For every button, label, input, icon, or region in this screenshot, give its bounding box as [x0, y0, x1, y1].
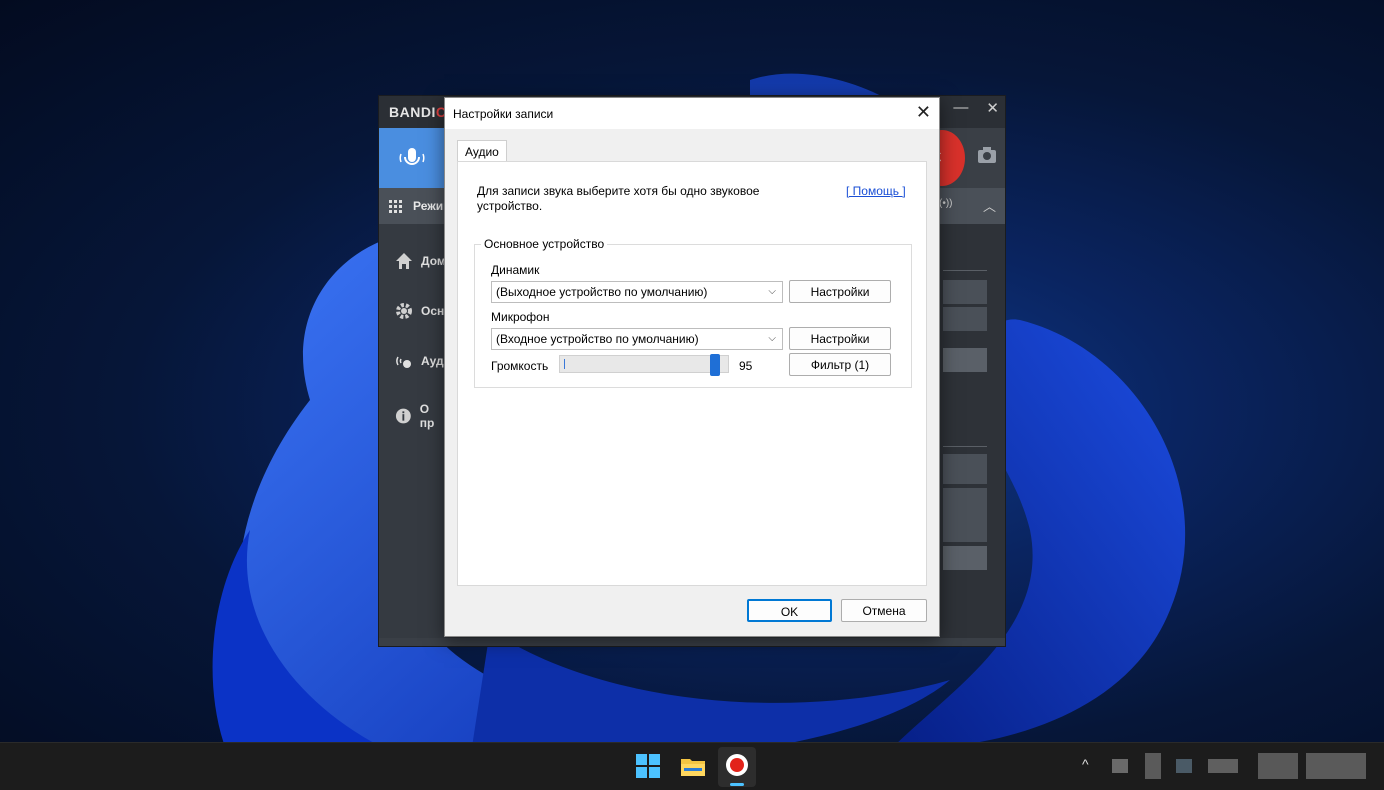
- sidebar-item-about[interactable]: О пр: [395, 402, 445, 430]
- broadcast-icon[interactable]: (•)): [939, 198, 953, 209]
- group-label: Основное устройство: [481, 237, 608, 251]
- mic-settings-button[interactable]: Настройки: [789, 327, 891, 350]
- volume-value: 95: [739, 359, 753, 373]
- minimize-button[interactable]: —: [953, 99, 968, 117]
- primary-device-group: Основное устройство Динамик (Выходное ус…: [474, 237, 912, 388]
- filter-button[interactable]: Фильтр (1): [789, 353, 891, 376]
- speaker-label: Динамик: [491, 263, 540, 277]
- speaker-select[interactable]: (Выходное устройство по умолчанию) ⌵: [491, 281, 783, 303]
- tray-clock[interactable]: [1258, 753, 1298, 779]
- recording-settings-dialog: Настройки записи ✕ Аудио Для записи звук…: [444, 97, 940, 637]
- volume-slider[interactable]: [559, 354, 729, 376]
- intro-text: Для записи звука выберите хотя бы одно з…: [477, 184, 760, 213]
- bandicam-sidebar: Дом Осн Ауди О пр: [379, 224, 451, 644]
- tray-icon-volume[interactable]: [1145, 753, 1161, 779]
- mic-select[interactable]: (Входное устройство по умолчанию) ⌵: [491, 328, 783, 350]
- microphone-icon: [399, 148, 425, 165]
- tray-icon-battery[interactable]: [1176, 759, 1192, 773]
- audio-tab-panel: Для записи звука выберите хотя бы одно з…: [457, 161, 927, 586]
- chevron-down-icon: ⌵: [768, 286, 776, 297]
- sidebar-item-general[interactable]: Осн: [395, 302, 444, 320]
- bandicam-taskbar-button[interactable]: [718, 747, 756, 787]
- bandicam-icon: [726, 754, 748, 776]
- tray-icon-network[interactable]: [1112, 759, 1128, 773]
- tray-chevron-icon[interactable]: ^: [1082, 756, 1089, 772]
- tab-audio[interactable]: Аудио: [457, 140, 507, 162]
- info-icon: [395, 408, 411, 424]
- slider-tick: [564, 359, 565, 369]
- tray-date[interactable]: [1306, 753, 1366, 779]
- close-button[interactable]: ✕: [986, 99, 999, 117]
- volume-slider-thumb[interactable]: [710, 354, 720, 376]
- tray-language[interactable]: [1208, 759, 1238, 773]
- dialog-title: Настройки записи: [453, 107, 554, 121]
- file-explorer-icon[interactable]: [680, 753, 706, 779]
- home-icon: [396, 253, 412, 269]
- ok-button[interactable]: OK: [747, 599, 832, 622]
- chevron-up-icon[interactable]: ︿: [983, 196, 996, 215]
- sidebar-item-home[interactable]: Дом: [395, 252, 446, 270]
- gear-icon: [396, 303, 412, 319]
- taskbar: ^: [0, 742, 1384, 790]
- dialog-titlebar: Настройки записи ✕: [445, 98, 939, 129]
- audio-mode-button[interactable]: [379, 128, 445, 188]
- windows-start-icon[interactable]: [635, 753, 661, 779]
- speaker-settings-button[interactable]: Настройки: [789, 280, 891, 303]
- grid-icon: [389, 200, 402, 213]
- volume-label: Громкость: [491, 359, 549, 373]
- chevron-down-icon: ⌵: [768, 333, 776, 344]
- help-link[interactable]: [ Помощь ]: [846, 184, 906, 198]
- sidebar-item-audio[interactable]: Ауди: [395, 352, 451, 370]
- audio-settings-icon: [396, 356, 411, 368]
- camera-icon[interactable]: [977, 146, 997, 164]
- bandicam-statusbar: [379, 638, 1005, 646]
- close-icon[interactable]: ✕: [916, 102, 931, 123]
- bandicam-logo: BANDIC: [389, 104, 447, 120]
- cancel-button[interactable]: Отмена: [841, 599, 927, 622]
- mic-label: Микрофон: [491, 310, 550, 324]
- active-indicator: [730, 783, 744, 786]
